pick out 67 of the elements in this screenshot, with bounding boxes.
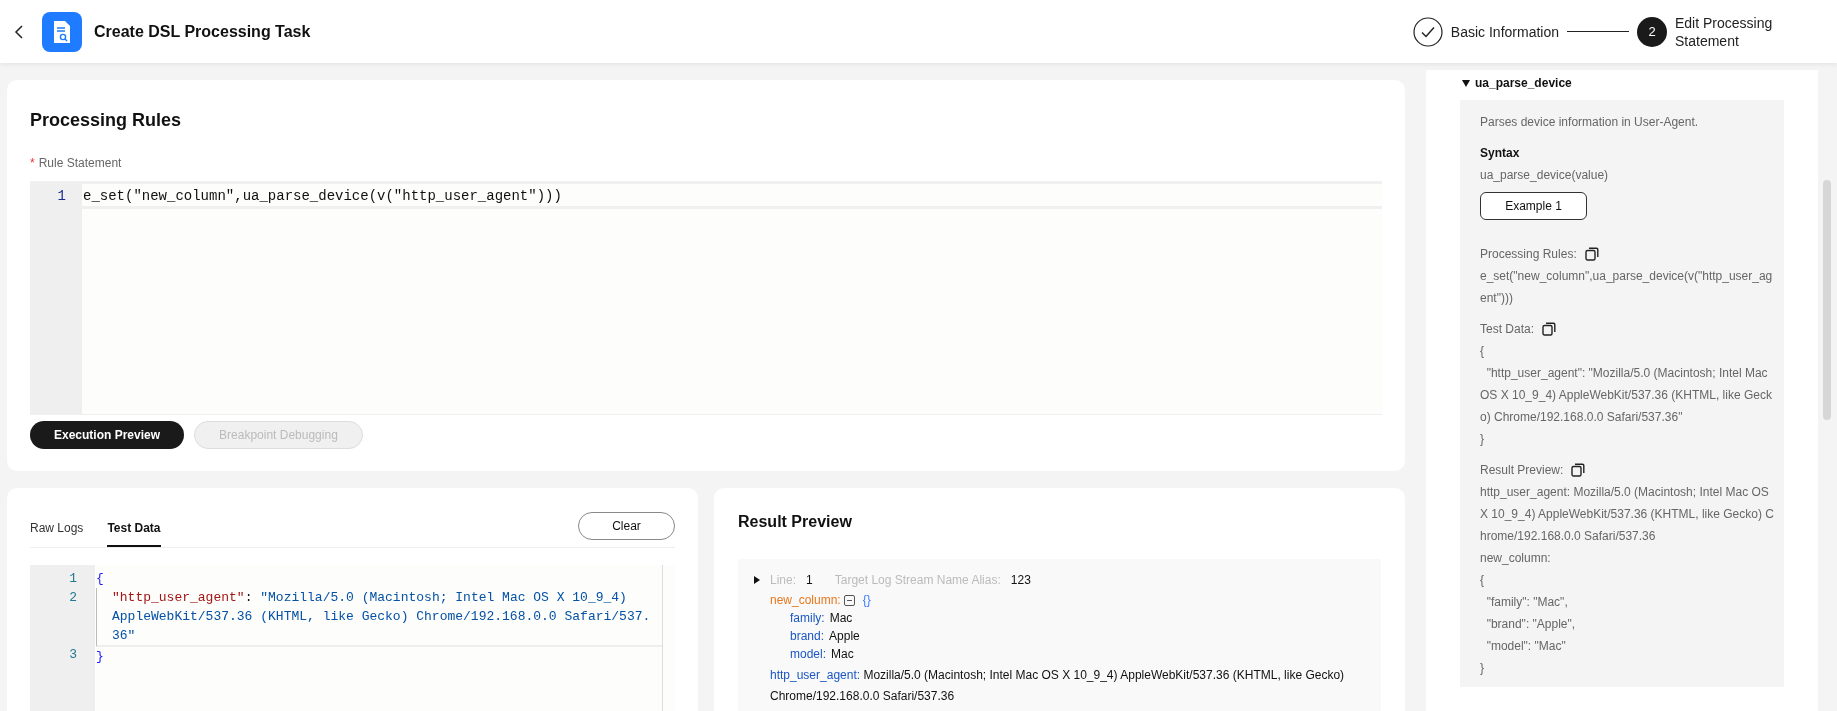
field-value: Apple — [829, 628, 860, 645]
tab[interactable]: Test Data — [107, 519, 161, 547]
code-line: } — [95, 648, 105, 666]
section-line: { — [1480, 572, 1485, 589]
scrollbar-thumb[interactable] — [1823, 180, 1831, 420]
section-line: ent"))) — [1480, 290, 1514, 307]
caret-down-icon[interactable] — [1462, 79, 1470, 87]
alias-label: Target Log Stream Name Alias: — [834, 572, 1001, 589]
code-line: { — [95, 570, 105, 588]
copy-icon[interactable] — [1571, 463, 1586, 477]
step-label: Basic Information — [1450, 22, 1559, 41]
function-description: Parses device information in User-Agent. — [1480, 114, 1700, 131]
tab[interactable]: Raw Logs — [30, 519, 84, 547]
section-line: "model": "Mac" — [1485, 638, 1567, 655]
required-mark: * — [30, 155, 35, 172]
section-line: "http_user_agent": "Mozilla/5.0 (Macintosh; Intel Mac — [1485, 365, 1769, 382]
alias-value: 123 — [1010, 572, 1031, 589]
execution-preview-button[interactable]: Execution Preview — [30, 421, 185, 449]
card-title: Processing Rules — [30, 109, 183, 132]
field-value: Mac — [829, 610, 853, 627]
example-button[interactable]: Example 1 — [1480, 192, 1587, 220]
copy-icon[interactable] — [1584, 247, 1599, 261]
field-key: family: — [790, 609, 825, 627]
rule-editor[interactable]: 1 e_set("new_column",ua_parse_device(v("http_user_agent"))) — [30, 181, 1382, 415]
line-number: 3 — [68, 646, 78, 664]
field-value: Mac — [831, 646, 854, 663]
section-line: new_column: — [1480, 550, 1552, 567]
app-logo-icon — [42, 11, 82, 52]
section-line: "brand": "Apple", — [1485, 616, 1577, 633]
field-label: Rule Statement — [38, 155, 122, 172]
section-line: } — [1480, 431, 1485, 448]
object-key: new_column: — [770, 591, 841, 609]
section-line: } — [1480, 660, 1485, 677]
section-line: o) Chrome/192.168.0.0 Safari/537.36" — [1480, 409, 1684, 426]
back-icon[interactable] — [14, 24, 26, 39]
line-label: Line: — [770, 572, 797, 589]
test-data-editor[interactable]: 1 2 3 { "http_user_agent": "Mozilla/5.0 (Macintosh; Intel Mac OS X 10_9_4) AppleWebKit/537.36 (KHTML, like Gecko) Chrome/192.168.0.0 Safari/537. 36" } — [30, 565, 675, 711]
syntax-title: Syntax — [1480, 145, 1521, 162]
line-value: 1 — [806, 572, 813, 589]
syntax-text: ua_parse_device(value) — [1480, 167, 1610, 184]
step-number: 2 — [1637, 16, 1667, 47]
page-title: Create DSL Processing Task — [94, 21, 311, 42]
field-key: brand: — [790, 627, 825, 645]
field-key: model: — [790, 645, 827, 663]
section-label: Test Data: — [1480, 321, 1535, 338]
section-line: OS X 10_9_4) AppleWebKit/537.36 (KHTML, like Geck — [1480, 387, 1773, 404]
section-line: e_set("new_column",ua_parse_device(v("http_user_ag — [1480, 268, 1774, 285]
object-brace: {} — [862, 592, 871, 609]
function-name[interactable]: ua_parse_device — [1475, 74, 1572, 92]
section-label: Processing Rules: — [1480, 246, 1577, 263]
section-line: http_user_agent: Mozilla/5.0 (Macintosh; Intel Mac OS — [1480, 484, 1770, 501]
step-label: Edit Processing Statement — [1675, 13, 1774, 50]
expand-icon[interactable] — [754, 576, 760, 584]
code-line: e_set("new_column",ua_parse_device(v("http_user_agent"))) — [82, 186, 1382, 209]
section-line: hrome/192.168.0.0 Safari/537.36 — [1480, 528, 1657, 545]
line-number: 1 — [56, 187, 67, 206]
collapse-icon[interactable] — [843, 594, 855, 606]
copy-icon[interactable] — [1542, 322, 1557, 336]
section-line: { — [1480, 343, 1485, 360]
card-title: Result Preview — [738, 512, 853, 532]
code-line: "http_user_agent": "Mozilla/5.0 (Macintosh; Intel Mac OS X 10_9_4) AppleWebKit/537.36 (KHTML, like Gecko) Chrome/192.168.0.0 Safari/537. 36" — [96, 588, 662, 647]
line-number: 2 — [68, 589, 78, 607]
agent-entry: http_user_agent: Mozilla/5.0 (Macintosh; Intel Mac OS X 10_9_4) AppleWebKit/537.36 (KHTML, like Gecko) Chrome/192.168.0.0 Safari/537.36 — [770, 667, 1346, 705]
section-line: "family": "Mac", — [1485, 594, 1569, 611]
line-number: 1 — [68, 570, 78, 588]
section-line: X 10_9_4) AppleWebKit/537.36 (KHTML, like Gecko) C — [1480, 506, 1775, 523]
section-label: Result Preview: — [1480, 462, 1564, 479]
